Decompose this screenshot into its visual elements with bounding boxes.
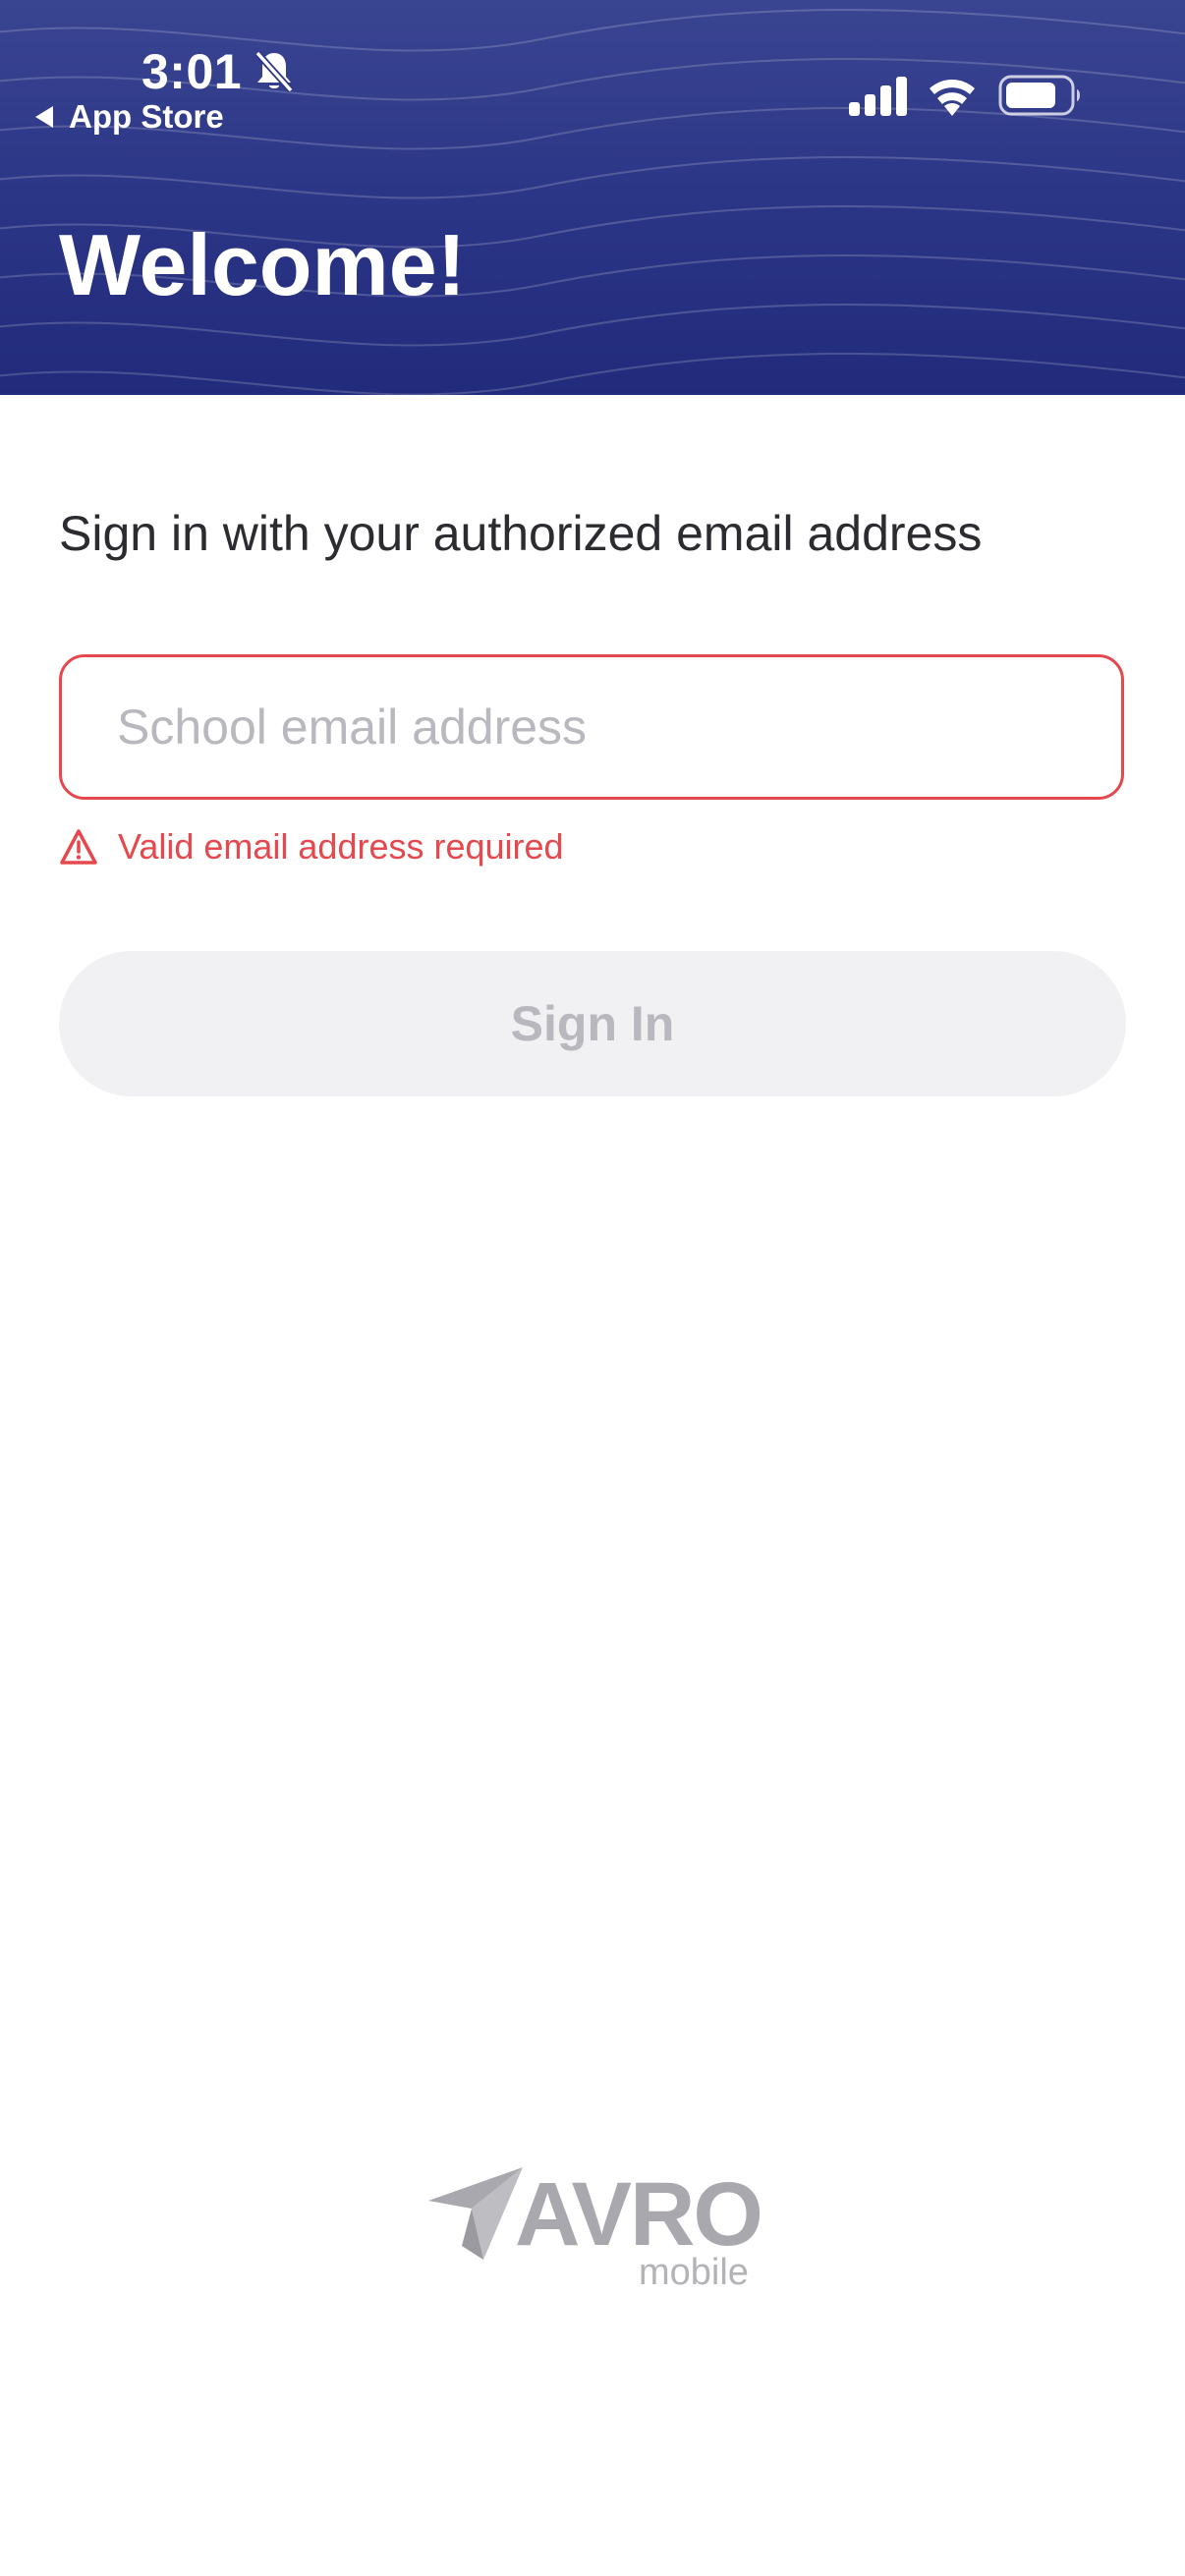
email-error: Valid email address required bbox=[59, 825, 564, 868]
back-app-label: App Store bbox=[69, 98, 224, 135]
wifi-icon bbox=[930, 80, 975, 116]
brand-sub: mobile bbox=[639, 2252, 749, 2293]
warning-triangle-icon bbox=[60, 829, 97, 865]
back-triangle-icon bbox=[35, 106, 53, 128]
battery-icon bbox=[998, 75, 1080, 116]
email-field[interactable] bbox=[59, 654, 1124, 800]
cellular-signal-icon bbox=[849, 77, 907, 116]
back-to-app-store[interactable]: App Store bbox=[35, 97, 224, 137]
email-error-text: Valid email address required bbox=[118, 826, 564, 867]
status-time: 3:01 bbox=[141, 44, 243, 99]
signin-instruction: Sign in with your authorized email addre… bbox=[59, 506, 983, 561]
bell-slash-icon bbox=[254, 50, 294, 93]
page-title: Welcome! bbox=[59, 216, 467, 313]
paper-plane-icon bbox=[428, 2167, 523, 2260]
sign-in-button[interactable]: Sign In bbox=[59, 951, 1126, 1096]
avro-mobile-logo: AVRO mobile bbox=[424, 2157, 778, 2293]
brand-name: AVRO bbox=[515, 2164, 763, 2265]
email-input[interactable] bbox=[117, 657, 1080, 797]
header: 3:01 App Store Welcome! bbox=[0, 0, 1185, 395]
